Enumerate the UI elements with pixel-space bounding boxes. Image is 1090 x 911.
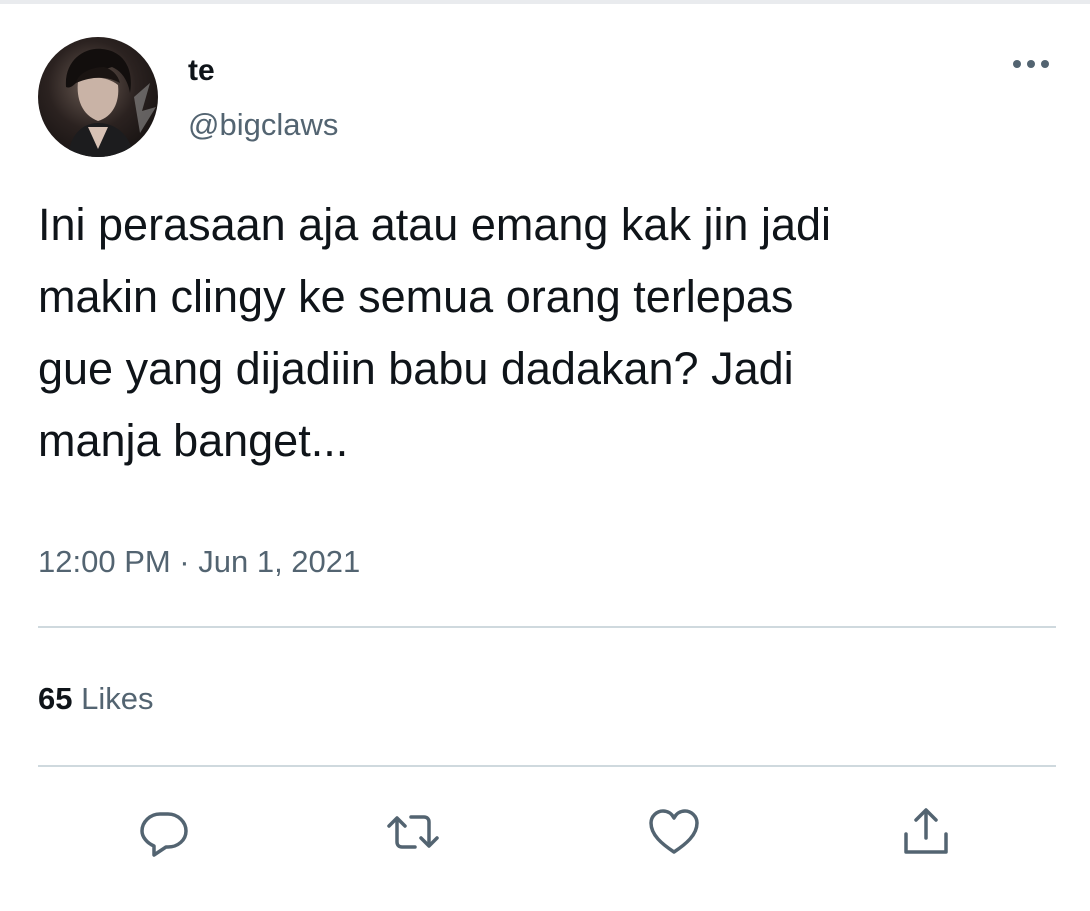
like-button[interactable] [646,804,702,860]
share-button[interactable] [898,804,954,860]
tweet-timestamp[interactable]: 12:00 PM · Jun 1, 2021 [38,544,360,580]
tweet-text: Ini perasaan aja atau emang kak jin jadi… [38,199,832,466]
divider [38,626,1056,628]
retweet-button[interactable] [385,804,441,860]
more-horizontal-icon [1013,60,1049,68]
more-options-button[interactable] [1006,42,1056,82]
display-name[interactable]: te [188,54,215,88]
reply-button[interactable] [136,804,192,860]
likes-label: Likes [81,681,154,716]
avatar[interactable] [38,37,158,157]
likes-stat[interactable]: 65 Likes [38,681,153,717]
retweet-icon [387,815,439,849]
reply-icon [140,812,188,857]
heart-icon [649,809,699,854]
avatar-image [65,48,156,157]
user-handle[interactable]: @bigclaws [188,107,338,143]
likes-count: 65 [38,681,73,716]
share-icon [904,808,948,854]
tweet-card: te @bigclaws Ini perasaan aja atau emang… [0,4,1090,911]
divider [38,765,1056,767]
